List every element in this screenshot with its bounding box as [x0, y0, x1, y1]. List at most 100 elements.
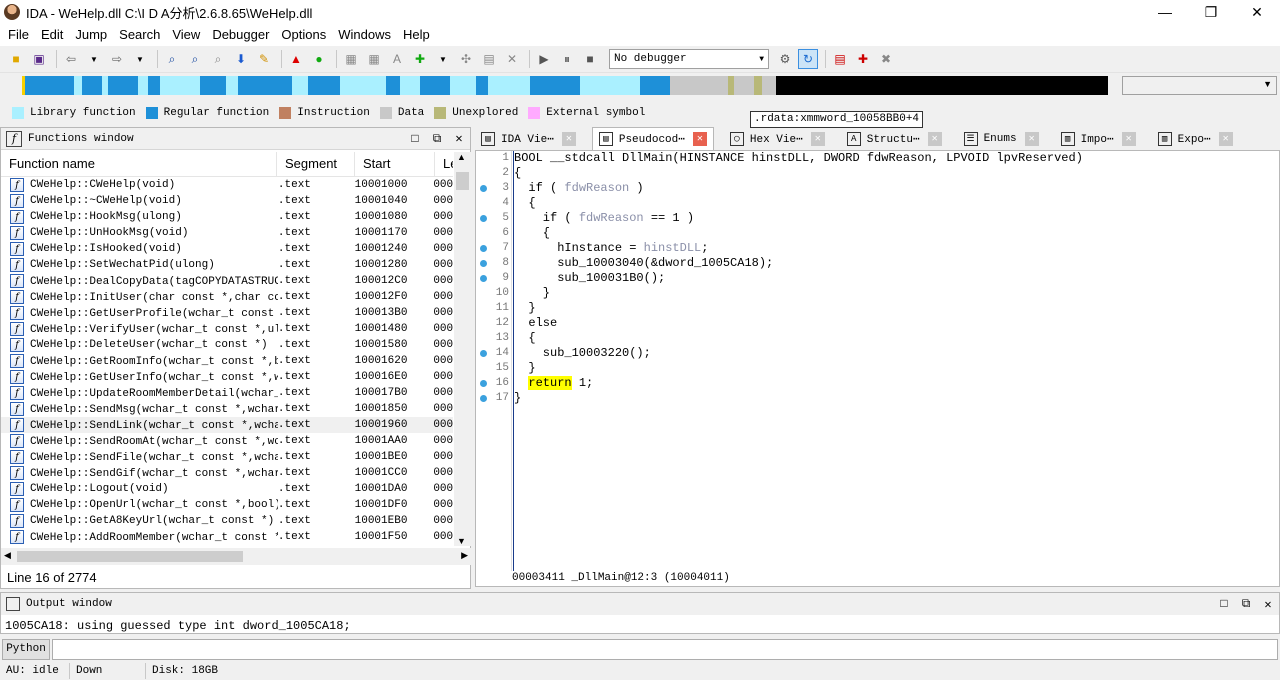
refresh-icon[interactable]: ↻	[798, 49, 818, 69]
close-icon[interactable]: ✕	[561, 131, 576, 146]
table-row[interactable]: f CWeHelp::SendLink(wchar_t const *,wcha⋯…	[1, 417, 453, 433]
pseudocode-lines[interactable]: BOOL __stdcall DllMain(HINSTANCE hinstDL…	[513, 151, 1279, 571]
navigation-dropdown[interactable]: ▼	[1122, 76, 1277, 95]
table-row[interactable]: f CWeHelp::GetUserInfo(wchar_t const *,w⋯…	[1, 369, 453, 385]
debugger-select[interactable]: No debugger ▼	[609, 49, 769, 69]
table-row[interactable]: f CWeHelp::SendGif(wchar_t const *,wchar⋯…	[1, 465, 453, 481]
table-row[interactable]: f CWeHelp::AddRoomMember(wchar_t const *⋯…	[1, 529, 453, 545]
code-line[interactable]: sub_10003220();	[514, 346, 1279, 361]
chevron-down-icon[interactable]: ▼	[433, 49, 453, 69]
table-row[interactable]: f CWeHelp::SendRoomAt(wchar_t const *,wc⋯…	[1, 433, 453, 449]
close-panel-icon[interactable]: ✕	[1257, 597, 1279, 612]
minimize-button[interactable]: —	[1142, 0, 1188, 24]
column-start[interactable]: Start	[355, 152, 435, 176]
open-folder-icon[interactable]: ■	[6, 49, 26, 69]
table-row[interactable]: f CWeHelp::UnHookMsg(void) .text 10001170 00…	[1, 225, 453, 241]
code-line[interactable]: BOOL __stdcall DllMain(HINSTANCE hinstDL…	[514, 151, 1279, 166]
table-row[interactable]: f CWeHelp::InitUser(char const *,char co⋯…	[1, 289, 453, 305]
binary-search-icon[interactable]: ⌕	[162, 49, 182, 69]
menu-view[interactable]: View	[166, 25, 206, 45]
scrollbar-thumb[interactable]	[17, 551, 243, 562]
table-row[interactable]: f CWeHelp::~CWeHelp(void) .text 10001040 000	[1, 193, 453, 209]
column-segment[interactable]: Segment	[277, 152, 355, 176]
float-panel-icon[interactable]: ⧉	[1235, 597, 1257, 611]
scrollbar-thumb[interactable]	[456, 172, 469, 190]
save-icon[interactable]: ▣	[29, 49, 49, 69]
menu-file[interactable]: File	[2, 25, 35, 45]
breakpoint-dot-icon[interactable]	[480, 395, 487, 402]
warning-icon[interactable]: ▲	[286, 49, 306, 69]
table-row[interactable]: f CWeHelp::Logout(void) .text 10001DA0 000	[1, 481, 453, 497]
menu-debugger[interactable]: Debugger	[206, 25, 275, 45]
menu-search[interactable]: Search	[113, 25, 166, 45]
breakpoint-dot-icon[interactable]	[480, 215, 487, 222]
code-line[interactable]: if ( fdwReason == 1 )	[514, 211, 1279, 226]
code-line[interactable]: {	[514, 166, 1279, 181]
pause-icon[interactable]: ⏸	[557, 49, 577, 69]
code-line[interactable]: {	[514, 331, 1279, 346]
data-icon[interactable]: ▦	[364, 49, 384, 69]
table-row[interactable]: f CWeHelp::GetUserProfile(wchar_t const ⋯…	[1, 305, 453, 321]
tab-2[interactable]: ◯ Hex Vie⋯ ✕	[724, 127, 831, 150]
add-function-icon[interactable]: ✚	[410, 49, 430, 69]
table-row[interactable]: f CWeHelp::OpenUrl(wchar_t const *,bool).…	[1, 497, 453, 513]
chevron-down-icon[interactable]: ▼	[84, 49, 104, 69]
breakpoint-dot-icon[interactable]	[480, 380, 487, 387]
menu-windows[interactable]: Windows	[332, 25, 397, 45]
close-icon[interactable]: ✕	[692, 132, 707, 146]
pseudocode-view[interactable]: 1 2 3 4 5 6 7 8 9 10 11 12 13 14 15 16 17 BOOL __stdcall…	[475, 150, 1280, 587]
menu-options[interactable]: Options	[275, 25, 332, 45]
stop-icon[interactable]: ■	[580, 49, 600, 69]
table-row[interactable]: f CWeHelp::GetA8KeyUrl(wchar_t const *) .t…	[1, 513, 453, 529]
python-button[interactable]: Python	[2, 638, 50, 660]
chevron-down-icon[interactable]: ▼	[457, 536, 466, 546]
code-icon[interactable]: ▦	[341, 49, 361, 69]
struct-icon[interactable]: ▤	[479, 49, 499, 69]
table-row[interactable]: f CWeHelp::UpdateRoomMemberDetail(wchar_⋯…	[1, 385, 453, 401]
code-line[interactable]: sub_10003040(&dword_1005CA18);	[514, 256, 1279, 271]
chevron-down-icon[interactable]: ▼	[130, 49, 150, 69]
close-icon[interactable]: ✕	[1218, 131, 1233, 146]
tab-5[interactable]: ▥ Impo⋯ ✕	[1055, 127, 1142, 150]
table-row[interactable]: f CWeHelp::IsHooked(void) .text 10001240 000	[1, 241, 453, 257]
code-line[interactable]: {	[514, 226, 1279, 241]
breakpoint-list-icon[interactable]: ▤	[830, 49, 850, 69]
table-row[interactable]: f CWeHelp::GetRoomInfo(wchar_t const *,b⋯…	[1, 353, 453, 369]
tab-3[interactable]: A Structu⋯ ✕	[841, 127, 948, 150]
code-line[interactable]: }	[514, 391, 1279, 406]
functions-vertical-scrollbar[interactable]: ▲ ▼	[454, 152, 471, 546]
chevron-right-icon[interactable]: ▶	[461, 550, 468, 561]
add-breakpoint-icon[interactable]: ✚	[853, 49, 873, 69]
close-icon[interactable]: ✕	[1121, 131, 1136, 146]
code-line[interactable]: else	[514, 316, 1279, 331]
functions-horizontal-scrollbar[interactable]: ◀ ▶	[1, 548, 471, 565]
close-icon[interactable]: ✕	[810, 131, 825, 146]
code-line[interactable]: }	[514, 361, 1279, 376]
green-circle-icon[interactable]: ●	[309, 49, 329, 69]
forward-arrow-icon[interactable]: ⇨	[107, 49, 127, 69]
table-row[interactable]: f CWeHelp::DealCopyData(tagCOPYDATASTRUC⋯…	[1, 273, 453, 289]
code-line[interactable]: if ( fdwReason )	[514, 181, 1279, 196]
table-row[interactable]: f CWeHelp::SendFile(wchar_t const *,wcha⋯…	[1, 449, 453, 465]
column-function-name[interactable]: Function name	[1, 152, 277, 176]
table-row[interactable]: f CWeHelp::SetWechatPid(ulong) .text 100012…	[1, 257, 453, 273]
breakpoint-dot-icon[interactable]	[480, 275, 487, 282]
code-line[interactable]: hInstance = hinstDLL;	[514, 241, 1279, 256]
code-line[interactable]: sub_100031B0();	[514, 271, 1279, 286]
tab-0[interactable]: ▤ IDA Vie⋯ ✕	[475, 127, 582, 150]
float-panel-icon[interactable]: ⧉	[426, 132, 448, 146]
table-row[interactable]: f CWeHelp::DeleteUser(wchar_t const *) .te…	[1, 337, 453, 353]
close-icon[interactable]: ✕	[927, 131, 942, 146]
delete-icon[interactable]: ✕	[502, 49, 522, 69]
close-panel-icon[interactable]: ✕	[448, 131, 470, 146]
back-arrow-icon[interactable]: ⇦	[61, 49, 81, 69]
tab-1[interactable]: ▤ Pseudocod⋯ ✕	[591, 127, 714, 150]
close-button[interactable]: ✕	[1234, 0, 1280, 24]
menu-help[interactable]: Help	[397, 25, 436, 45]
chevron-left-icon[interactable]: ◀	[4, 550, 11, 561]
navigation-overview-bar[interactable]	[22, 76, 1108, 95]
breakpoint-dot-icon[interactable]	[480, 350, 487, 357]
maximize-button[interactable]: ❐	[1188, 0, 1234, 24]
tab-4[interactable]: ☰ Enums ✕	[958, 127, 1045, 150]
menu-edit[interactable]: Edit	[35, 25, 69, 45]
